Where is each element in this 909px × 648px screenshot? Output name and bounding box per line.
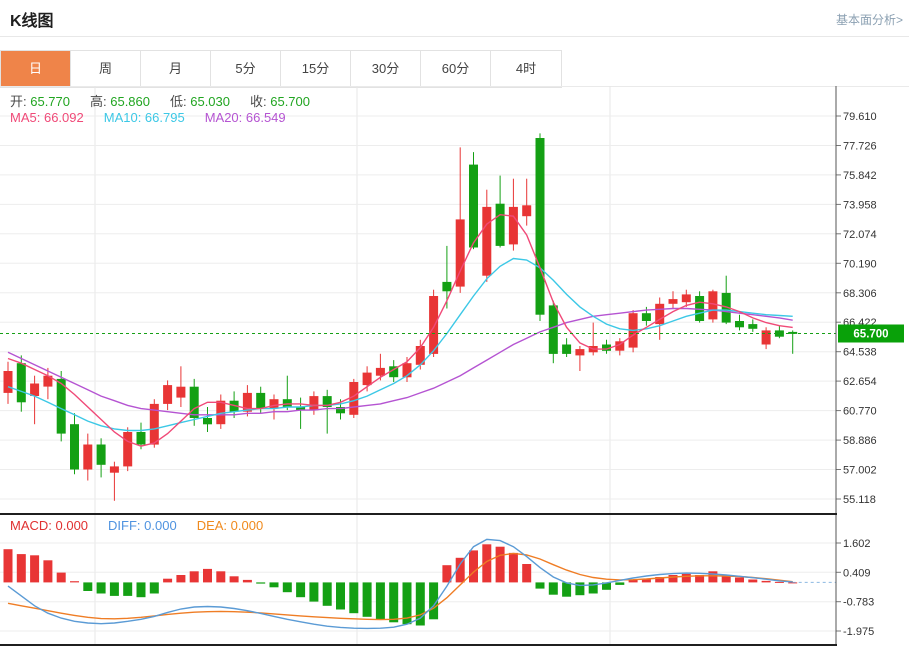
macd-axis-labels: 1.602 0.409 -0.783 -1.975 bbox=[843, 538, 874, 638]
price-badge: 65.700 bbox=[838, 325, 904, 343]
macd-item-2: DEA: 0.000 bbox=[197, 518, 264, 533]
svg-text:-1.975: -1.975 bbox=[843, 626, 874, 638]
svg-text:75.842: 75.842 bbox=[843, 170, 877, 182]
svg-text:1.602: 1.602 bbox=[843, 538, 871, 550]
ohlc-item-1: 高: 65.860 bbox=[90, 94, 150, 109]
ohlc-item-3: 收: 65.700 bbox=[250, 94, 310, 109]
macd-info-row: MACD: 0.000 DIFF: 0.000 DEA: 0.000 bbox=[10, 518, 283, 533]
svg-text:68.306: 68.306 bbox=[843, 288, 877, 300]
ma-item-1: MA10: 66.795 bbox=[104, 110, 185, 125]
svg-text:-0.783: -0.783 bbox=[843, 597, 874, 609]
candles-group bbox=[4, 133, 798, 500]
ma-item-2: MA20: 66.549 bbox=[205, 110, 286, 125]
svg-text:58.886: 58.886 bbox=[843, 435, 877, 447]
vertical-gridlines bbox=[95, 86, 610, 644]
svg-text:79.610: 79.610 bbox=[843, 111, 877, 123]
macd-item-1: DIFF: 0.000 bbox=[108, 518, 177, 533]
svg-text:60.770: 60.770 bbox=[843, 406, 877, 418]
ma-item-0: MA5: 66.092 bbox=[10, 110, 84, 125]
svg-text:70.190: 70.190 bbox=[843, 258, 877, 270]
ma-info-row: MA5: 66.092 MA10: 66.795 MA20: 66.549 bbox=[10, 110, 306, 125]
svg-text:57.002: 57.002 bbox=[843, 465, 877, 477]
macd-histogram bbox=[4, 544, 798, 625]
ma5-line bbox=[8, 215, 793, 446]
ma20-line bbox=[8, 309, 793, 415]
ohlc-item-2: 低: 65.030 bbox=[170, 94, 230, 109]
svg-text:62.654: 62.654 bbox=[843, 376, 877, 388]
svg-text:73.958: 73.958 bbox=[843, 199, 877, 211]
ohlc-item-0: 开: 65.770 bbox=[10, 94, 70, 109]
svg-text:72.074: 72.074 bbox=[843, 229, 877, 241]
svg-text:77.726: 77.726 bbox=[843, 141, 877, 153]
ohlc-info-row: 开: 65.770 高: 65.860 低: 65.030 收: 65.700 bbox=[10, 91, 330, 110]
svg-text:65.700: 65.700 bbox=[853, 329, 888, 341]
kline-page: { "header": { "title": "K线图", "link": "基… bbox=[0, 0, 909, 648]
svg-text:64.538: 64.538 bbox=[843, 347, 877, 359]
y-axis-labels: 79.610 77.726 75.842 73.958 72.074 70.190 68.3… bbox=[843, 111, 877, 506]
svg-text:0.409: 0.409 bbox=[843, 567, 871, 579]
svg-text:55.118: 55.118 bbox=[843, 494, 876, 506]
macd-item-0: MACD: 0.000 bbox=[10, 518, 88, 533]
